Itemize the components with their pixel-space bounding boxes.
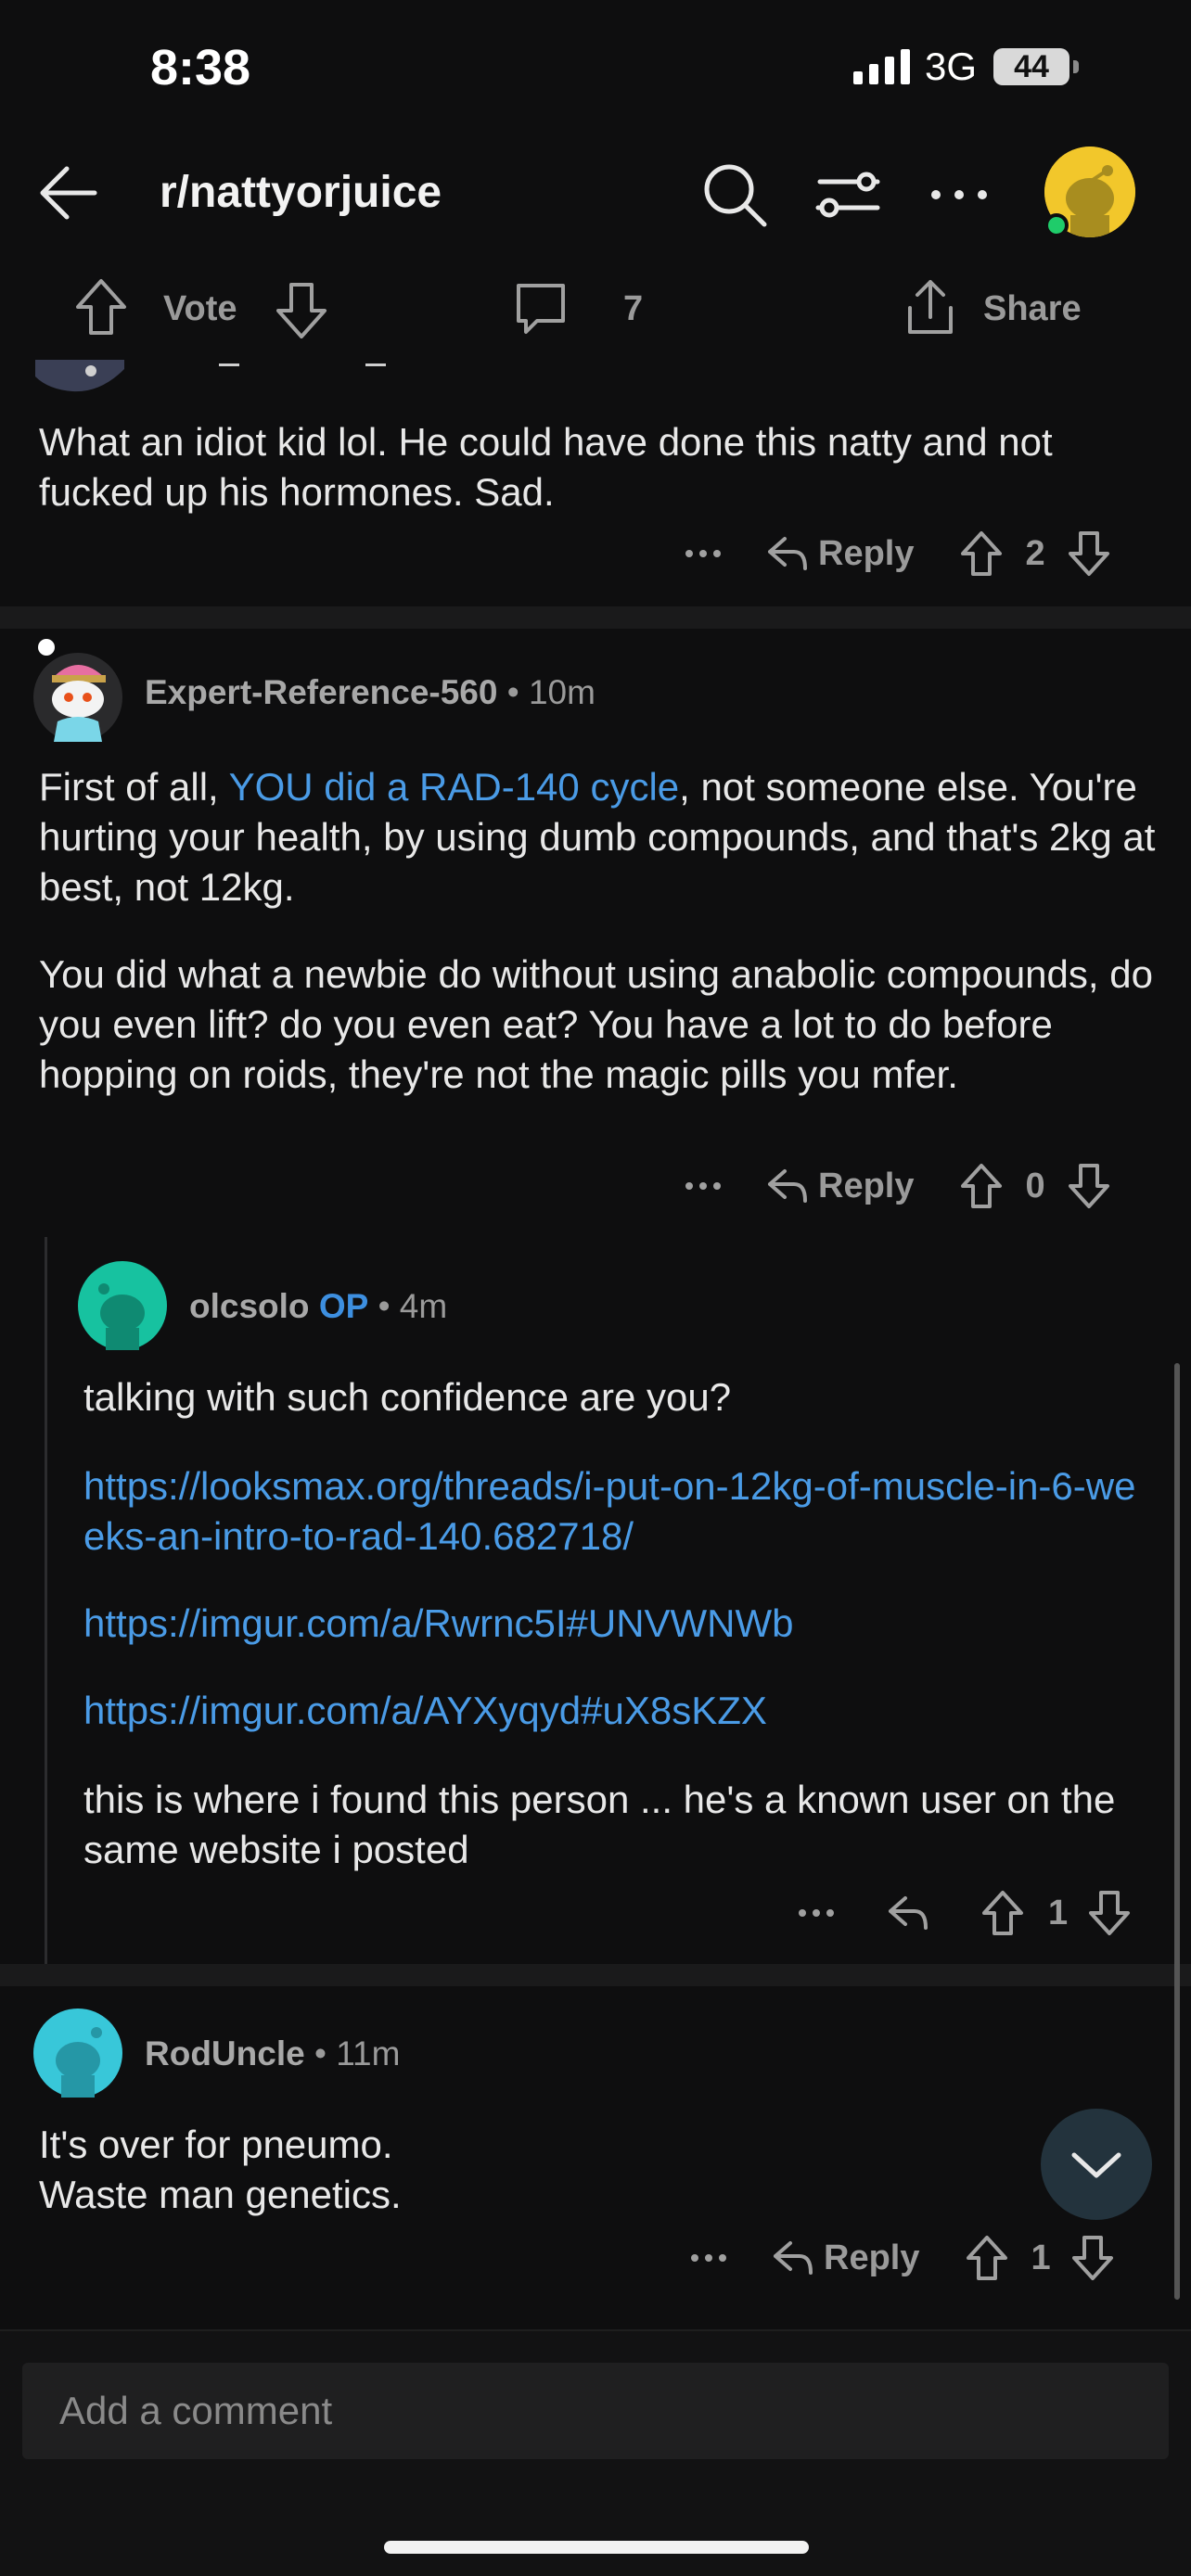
sort-filter-icon[interactable] <box>807 154 889 236</box>
score: 2 <box>1025 533 1045 573</box>
online-status-dot <box>1044 213 1069 237</box>
more-options-icon[interactable] <box>918 154 1000 236</box>
comments-icon[interactable] <box>510 278 571 339</box>
comment-body: What an idiot kid lol. He could have don… <box>39 420 1053 514</box>
comment-body: talking with such confidence are you? <box>83 1375 732 1419</box>
reply-button[interactable]: Reply <box>766 1167 914 1206</box>
time-fragment <box>365 363 386 366</box>
more-options-icon[interactable] <box>685 1180 722 1192</box>
reply-icon[interactable] <box>887 1894 929 1932</box>
next-comment-button[interactable] <box>1041 2109 1152 2220</box>
share-icon[interactable] <box>900 274 961 339</box>
reply-button[interactable]: Reply <box>772 2238 919 2278</box>
score: 1 <box>1031 2238 1051 2277</box>
link[interactable]: https://imgur.com/a/AYXyqyd#uX8sKZX <box>83 1686 1150 1736</box>
downvote-icon[interactable] <box>1068 530 1110 577</box>
battery-icon: 44 <box>993 48 1080 85</box>
reply-label: Reply <box>824 2238 920 2277</box>
username-fragment <box>219 363 239 366</box>
back-arrow-icon[interactable] <box>28 154 106 232</box>
text: First of all, <box>39 765 229 809</box>
upvote-icon[interactable] <box>960 530 1003 577</box>
timestamp: 11m <box>336 2034 401 2072</box>
comment-line: Waste man genetics. <box>39 2173 402 2216</box>
network-type: 3G <box>925 45 978 88</box>
post-downvote-icon[interactable] <box>271 278 332 343</box>
link[interactable]: https://looksmax.org/threads/i-put-on-12… <box>83 1461 1150 1562</box>
subreddit-title[interactable]: r/nattyorjuice <box>160 167 442 218</box>
op-badge: OP <box>318 1287 369 1325</box>
score: 0 <box>1025 1166 1045 1205</box>
comment-meta: RodUncle • 11m <box>145 2034 400 2073</box>
avatar[interactable] <box>32 638 124 742</box>
upvote-icon[interactable] <box>960 1163 1003 1209</box>
home-indicator[interactable] <box>384 2541 809 2554</box>
upvote-icon[interactable] <box>966 2235 1008 2281</box>
comment-actions: Reply 2 <box>685 530 1110 577</box>
comment-body: It's over for pneumo. Waste man genetics… <box>39 2120 1059 2220</box>
username[interactable]: olcsolo <box>189 1287 310 1325</box>
comment-body: this is where i found this person ... he… <box>83 1778 1116 1871</box>
username[interactable]: RodUncle <box>145 2034 305 2072</box>
avatar[interactable] <box>33 2009 122 2098</box>
comment-line: It's over for pneumo. <box>39 2123 393 2166</box>
downvote-icon[interactable] <box>1088 1890 1131 1936</box>
meta-separator: • <box>506 673 529 711</box>
avatar[interactable] <box>78 1261 167 1350</box>
thread-line[interactable] <box>45 1237 47 1964</box>
comment-meta: Expert-Reference-560 • 10m <box>145 673 596 712</box>
timestamp: 10m <box>528 673 596 711</box>
meta-separator: • <box>378 1287 400 1325</box>
upvote-icon[interactable] <box>981 1890 1024 1936</box>
reply-button[interactable]: Reply <box>766 534 914 574</box>
avatar <box>35 360 124 393</box>
post-upvote-icon[interactable] <box>70 274 132 339</box>
signal-icon <box>853 49 910 84</box>
share-label[interactable]: Share <box>983 289 1082 329</box>
downvote-icon[interactable] <box>1068 1163 1110 1209</box>
comment-body: First of all, YOU did a RAD-140 cycle, n… <box>39 762 1161 912</box>
score: 1 <box>1048 1893 1069 1932</box>
add-comment-input[interactable]: Add a comment <box>22 2363 1169 2459</box>
comment-body: You did what a newbie do without using a… <box>39 952 1153 1096</box>
link[interactable]: https://imgur.com/a/Rwrnc5I#UNVWNWb <box>83 1599 1150 1649</box>
post-comment-count: 7 <box>623 289 644 328</box>
more-options-icon[interactable] <box>685 548 722 559</box>
status-indicators: 3G 44 <box>853 45 1080 89</box>
reply-label: Reply <box>818 533 915 573</box>
comment-divider <box>0 1964 1191 1986</box>
username[interactable]: Expert-Reference-560 <box>145 673 497 711</box>
comment-actions: 1 <box>798 1890 1131 1936</box>
chevron-down-icon <box>1069 2148 1124 2181</box>
downvote-icon[interactable] <box>1071 2235 1114 2281</box>
inline-link[interactable]: YOU did a RAD-140 cycle <box>229 765 680 809</box>
meta-separator: • <box>314 2034 337 2072</box>
comment-divider <box>0 606 1191 629</box>
battery-level: 44 <box>1014 49 1049 84</box>
more-options-icon[interactable] <box>798 1907 835 1919</box>
comment-actions: Reply 1 <box>690 2235 1114 2281</box>
reply-label: Reply <box>818 1166 915 1205</box>
more-options-icon[interactable] <box>690 2252 727 2264</box>
post-vote-label: Vote <box>163 289 237 328</box>
timestamp: 4m <box>399 1287 448 1325</box>
status-time: 8:38 <box>150 40 251 96</box>
scrollbar[interactable] <box>1174 1363 1180 2300</box>
search-icon[interactable] <box>694 154 775 236</box>
comment-actions: Reply 0 <box>685 1163 1110 1209</box>
comment-meta: olcsolo OP • 4m <box>189 1287 447 1326</box>
